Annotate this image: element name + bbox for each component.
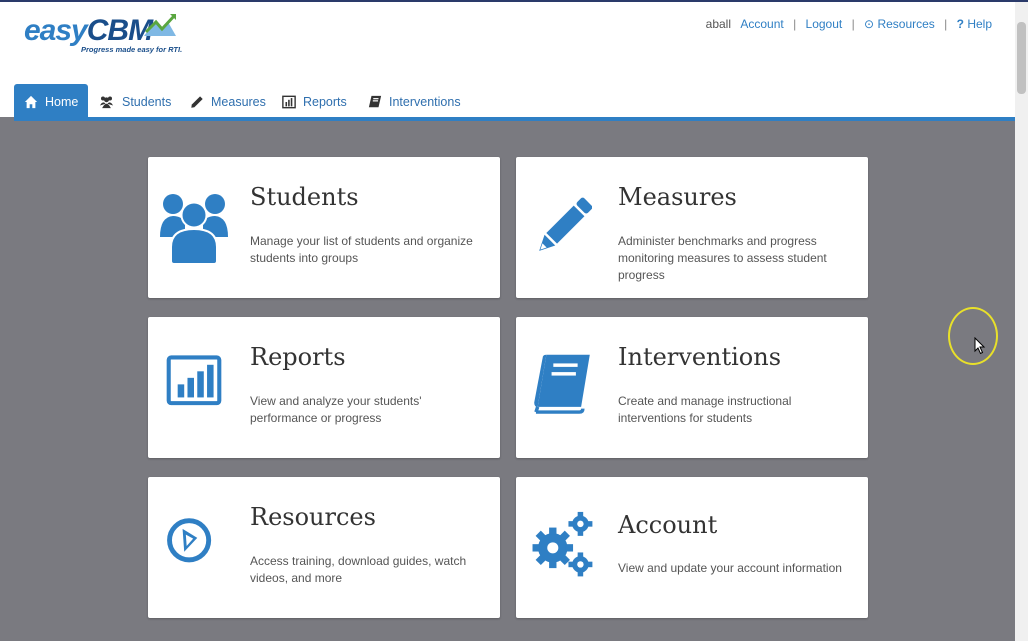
pencil-icon <box>539 197 592 251</box>
scrollbar-thumb[interactable] <box>1017 22 1026 94</box>
users-icon <box>160 194 228 265</box>
resources-link[interactable]: ⊙ Resources <box>864 17 935 31</box>
card-description: View and analyze your students' performa… <box>250 394 422 425</box>
card-description: View and update your account information <box>618 561 842 575</box>
logo-tagline: Progress made easy for RTI. <box>81 45 183 54</box>
site-header: easyCBM Progress made easy for RTI. abal… <box>0 2 1015 119</box>
card-title: Reports <box>250 343 346 371</box>
pencil-icon <box>191 95 203 108</box>
users-icon <box>99 95 114 108</box>
card-students[interactable]: Students Manage your list of students an… <box>148 157 500 298</box>
logout-link[interactable]: Logout <box>806 17 843 31</box>
help-link[interactable]: ? Help <box>957 17 992 31</box>
card-title: Students <box>250 183 359 211</box>
card-resources[interactable]: Resources Access training, download guid… <box>148 477 500 618</box>
tab-interventions[interactable]: Interventions <box>368 84 461 119</box>
username-label: aball <box>705 17 732 31</box>
card-description: Administer benchmarks and progress monit… <box>618 234 827 282</box>
compass-icon: ⊙ <box>864 17 875 31</box>
mouse-cursor-icon <box>974 337 986 355</box>
separator: | <box>793 17 797 31</box>
separator: | <box>944 17 948 31</box>
utility-nav: aball Account | Logout | ⊙ Resources | ?… <box>706 17 992 31</box>
tab-measures[interactable]: Measures <box>190 84 266 119</box>
cursor-highlight-ring <box>948 307 998 365</box>
vertical-scrollbar[interactable] <box>1015 2 1028 641</box>
gears-icon <box>532 511 593 577</box>
logo-mountain-icon <box>144 13 177 36</box>
card-description: Manage your list of students and organiz… <box>250 234 473 265</box>
book-icon <box>534 354 590 414</box>
card-description: Access training, download guides, watch … <box>250 554 467 585</box>
easycbm-logo[interactable]: easyCBM Progress made easy for RTI. <box>24 12 184 58</box>
card-description: Create and manage instructional interven… <box>618 394 792 425</box>
card-interventions[interactable]: Interventions Create and manage instruct… <box>516 317 868 458</box>
card-account[interactable]: Account View and update your account inf… <box>516 477 868 618</box>
bar-chart-icon <box>282 95 296 108</box>
tab-home[interactable]: Home <box>14 84 89 119</box>
account-link[interactable]: Account <box>740 17 783 31</box>
card-measures[interactable]: Measures Administer benchmarks and progr… <box>516 157 868 298</box>
question-icon: ? <box>956 17 964 31</box>
home-icon <box>24 95 38 108</box>
bar-chart-icon <box>166 355 222 406</box>
card-reports[interactable]: Reports View and analyze your students' … <box>148 317 500 458</box>
tab-reports[interactable]: Reports <box>282 84 347 119</box>
card-title: Interventions <box>618 343 782 371</box>
card-title: Measures <box>618 183 737 211</box>
tab-students[interactable]: Students <box>98 84 171 119</box>
separator: | <box>851 17 855 31</box>
card-title: Account <box>618 511 718 539</box>
compass-icon <box>167 518 212 563</box>
book-icon <box>368 95 382 107</box>
logo-wordmark: easyCBM <box>24 14 153 47</box>
card-title: Resources <box>250 503 376 531</box>
